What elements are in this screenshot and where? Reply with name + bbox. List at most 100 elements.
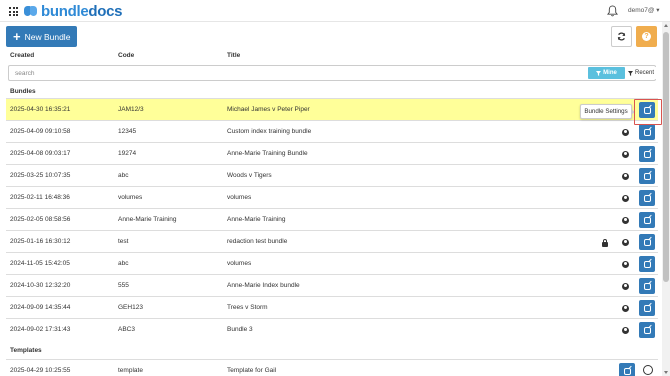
apps-grid-icon[interactable] xyxy=(9,7,18,16)
new-bundle-label: New Bundle xyxy=(24,31,71,42)
edit-icon xyxy=(643,172,651,180)
cell-code: JAM12/3 xyxy=(118,106,144,113)
vertical-scrollbar[interactable] xyxy=(662,22,670,376)
bundle-settings-button[interactable] xyxy=(639,124,655,140)
table-row[interactable]: 2025-02-11 16:48:36 volumes volumes xyxy=(6,186,658,208)
cell-title: Woods v Tigers xyxy=(227,172,272,179)
plus-icon: + xyxy=(13,29,21,44)
table-row[interactable]: 2025-01-16 16:30:12 test redaction test … xyxy=(6,230,658,252)
table-row[interactable]: 2025-04-30 16:35:21 JAM12/3 Michael Jame… xyxy=(6,98,658,120)
owner-button[interactable] xyxy=(618,257,633,272)
bundle-settings-button[interactable] xyxy=(639,168,655,184)
bundle-settings-button[interactable] xyxy=(639,256,655,272)
column-header-title[interactable]: Title xyxy=(227,52,240,59)
search-input[interactable] xyxy=(9,66,587,80)
edit-icon xyxy=(643,194,651,202)
scroll-down-arrow-icon[interactable] xyxy=(664,371,668,374)
cell-code: 12345 xyxy=(118,128,137,135)
table-row[interactable]: 2025-04-09 09:10:58 12345 Custom index t… xyxy=(6,120,658,142)
table-row[interactable]: 2024-09-09 14:35:44 GEH123 Trees v Storm xyxy=(6,296,658,318)
refresh-icon xyxy=(617,32,626,41)
user-icon xyxy=(622,129,629,136)
filter-icon xyxy=(627,70,633,76)
table-row[interactable]: 2025-02-05 08:58:56 Anne-Marie Training … xyxy=(6,208,658,230)
new-bundle-button[interactable]: + New Bundle xyxy=(6,26,77,47)
table-row[interactable]: 2025-04-29 10:25:55 template Template fo… xyxy=(6,359,658,376)
table-row[interactable]: 2025-04-08 09:03:17 19274 Anne-Marie Tra… xyxy=(6,142,658,164)
cell-code: abc xyxy=(118,260,129,267)
edit-icon xyxy=(643,150,651,158)
edit-icon xyxy=(623,367,631,375)
column-header-code[interactable]: Code xyxy=(118,52,134,59)
logo[interactable]: bundledocs xyxy=(24,2,123,20)
owner-button[interactable] xyxy=(618,279,633,294)
cell-code: Anne-Marie Training xyxy=(118,216,177,223)
filter-mine-button[interactable]: Mine xyxy=(588,67,625,79)
cell-code: 19274 xyxy=(118,150,137,157)
column-header-created[interactable]: Created xyxy=(10,52,34,59)
owner-button[interactable] xyxy=(618,301,633,316)
template-settings-button[interactable] xyxy=(619,363,635,376)
cell-title: volumes xyxy=(227,194,252,201)
filter-icon xyxy=(596,70,602,76)
filter-recent-button[interactable]: Recent xyxy=(626,67,656,79)
owner-button[interactable] xyxy=(618,213,633,228)
section-heading-templates: Templates xyxy=(10,347,42,354)
template-select-radio[interactable] xyxy=(643,365,653,375)
bundle-settings-button[interactable] xyxy=(639,300,655,316)
refresh-button[interactable] xyxy=(611,26,632,47)
owner-button[interactable] xyxy=(618,323,633,338)
cell-created: 2024-09-02 17:31:43 xyxy=(10,326,71,333)
search-bar: Mine Recent xyxy=(8,65,656,81)
edit-icon xyxy=(643,238,651,246)
user-icon xyxy=(622,283,629,290)
owner-button[interactable] xyxy=(618,169,633,184)
cell-created: 2024-09-09 14:35:44 xyxy=(10,304,71,311)
owner-button[interactable] xyxy=(618,235,633,250)
help-button[interactable]: ? xyxy=(636,26,657,47)
bundle-settings-button[interactable] xyxy=(639,190,655,206)
cell-title: Bundle 3 xyxy=(227,326,253,333)
table-row[interactable]: 2024-11-05 15:42:05 abc volumes xyxy=(6,252,658,274)
cell-created: 2025-02-05 08:58:56 xyxy=(10,216,71,223)
cell-code: test xyxy=(118,238,129,245)
cell-created: 2025-02-11 16:48:36 xyxy=(10,194,70,201)
user-menu[interactable]: demo7@ ▾ xyxy=(628,6,660,14)
table-row[interactable]: 2025-03-25 10:07:35 abc Woods v Tigers xyxy=(6,164,658,186)
bundle-settings-tooltip: Bundle Settings xyxy=(580,104,635,119)
top-bar: bundledocs demo7@ ▾ xyxy=(0,0,670,22)
cell-created: 2025-04-30 16:35:21 xyxy=(10,106,71,113)
cell-title: volumes xyxy=(227,260,252,267)
scroll-up-arrow-icon[interactable] xyxy=(664,24,668,27)
user-icon xyxy=(622,173,629,180)
filter-recent-label: Recent xyxy=(634,70,654,76)
bundle-settings-button[interactable] xyxy=(639,278,655,294)
user-icon xyxy=(622,239,629,246)
user-icon xyxy=(622,195,629,202)
edit-icon xyxy=(643,304,651,312)
table-row[interactable]: 2024-09-02 17:31:43 ABC3 Bundle 3 xyxy=(6,318,658,340)
cell-created: 2025-04-09 09:10:58 xyxy=(10,128,71,135)
cell-code: abc xyxy=(118,172,129,179)
owner-button[interactable] xyxy=(618,191,633,206)
focus-highlight xyxy=(634,99,662,125)
owner-button[interactable] xyxy=(618,147,633,162)
cell-title: Template for Gail xyxy=(227,367,277,374)
cell-created: 2024-11-05 15:42:05 xyxy=(10,260,70,267)
bundle-settings-button[interactable] xyxy=(639,146,655,162)
logo-text-docs: docs xyxy=(88,2,123,20)
scrollbar-thumb[interactable] xyxy=(663,32,669,282)
user-icon xyxy=(622,261,629,268)
notification-bell-icon[interactable] xyxy=(607,5,618,17)
table-row[interactable]: 2024-10-30 12:32:20 555 Anne-Marie Index… xyxy=(6,274,658,296)
bundle-settings-button[interactable] xyxy=(639,322,655,338)
bundle-settings-button[interactable] xyxy=(639,212,655,228)
cell-created: 2025-03-25 10:07:35 xyxy=(10,172,71,179)
lock-icon xyxy=(601,238,608,247)
bundle-settings-button[interactable] xyxy=(639,234,655,250)
lock-button[interactable] xyxy=(597,235,612,250)
section-heading-bundles: Bundles xyxy=(10,88,36,95)
owner-button[interactable] xyxy=(618,125,633,140)
cell-title: Anne-Marie Index bundle xyxy=(227,282,300,289)
edit-icon xyxy=(643,216,651,224)
